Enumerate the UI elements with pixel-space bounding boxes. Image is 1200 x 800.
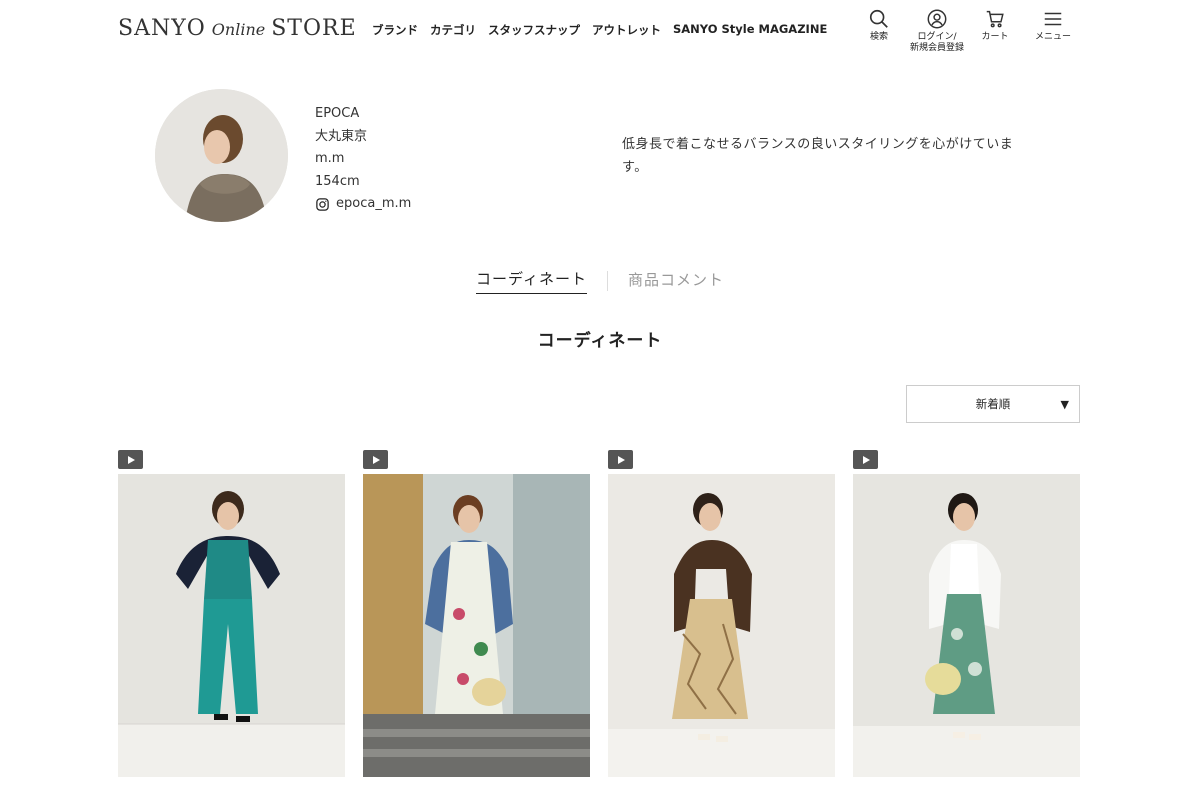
logo-text-sanyo: SANYO bbox=[118, 16, 206, 41]
staff-description: 低身長で着こなせるバランスの良いスタイリングを心がけています。 bbox=[622, 137, 1014, 175]
staff-height: 154cm bbox=[315, 173, 360, 189]
section-title: コーディネート bbox=[537, 331, 663, 351]
nav-item-outlet[interactable]: アウトレット bbox=[592, 22, 661, 38]
login-button-label: ログイン/ 新規会員登録 bbox=[909, 32, 964, 53]
site-header: SANYO Online STORE ブランド カテゴリ スタッフスナップ アウ… bbox=[0, 0, 1200, 62]
coordinate-photo[interactable] bbox=[118, 474, 345, 777]
menu-button[interactable]: メニュー bbox=[1024, 8, 1082, 54]
instagram-icon bbox=[316, 198, 329, 211]
staff-profile-info: EPOCA 大丸東京 m.m 154cm epoca_m.m bbox=[315, 103, 411, 216]
tab-product-comment[interactable]: 商品コメント bbox=[628, 269, 724, 294]
instagram-link[interactable]: epoca_m.m bbox=[315, 193, 411, 216]
coordinate-photo[interactable] bbox=[608, 474, 835, 777]
dropdown-arrow-icon: ▼ bbox=[1060, 398, 1069, 411]
search-button-label: 検索 bbox=[869, 32, 888, 42]
user-icon bbox=[927, 9, 947, 29]
cart-icon bbox=[986, 10, 1004, 28]
menu-icon bbox=[1044, 12, 1062, 26]
tab-coordinate[interactable]: コーディネート bbox=[476, 268, 587, 294]
instagram-handle: epoca_m.m bbox=[336, 196, 412, 211]
video-badge[interactable] bbox=[853, 450, 878, 469]
play-icon bbox=[127, 455, 135, 464]
staff-brand: EPOCA bbox=[315, 106, 360, 121]
login-button[interactable]: ログイン/ 新規会員登録 bbox=[908, 8, 966, 54]
content-tabs: コーディネート 商品コメント bbox=[0, 268, 1200, 294]
search-icon bbox=[869, 9, 888, 28]
cart-button[interactable]: カート bbox=[966, 8, 1024, 54]
nav-item-category[interactable]: カテゴリ bbox=[430, 22, 476, 38]
header-actions: 検索 ログイン/ 新規会員登録 カート メニュー bbox=[850, 8, 1082, 54]
video-badge[interactable] bbox=[118, 450, 143, 469]
main-nav: ブランド カテゴリ スタッフスナップ アウトレット SANYO Style MA… bbox=[372, 22, 827, 38]
sort-selected-value: 新着順 bbox=[975, 397, 1011, 411]
coordinate-photo[interactable] bbox=[853, 474, 1080, 777]
staff-name: m.m bbox=[315, 151, 345, 166]
staff-store: 大丸東京 bbox=[315, 128, 368, 144]
play-icon bbox=[617, 455, 625, 464]
play-icon bbox=[862, 455, 870, 464]
nav-item-brand[interactable]: ブランド bbox=[372, 22, 418, 38]
logo-text-online: Online bbox=[211, 20, 266, 39]
menu-button-label: メニュー bbox=[1034, 32, 1071, 42]
logo-text-store: STORE bbox=[271, 16, 357, 41]
video-badge[interactable] bbox=[363, 450, 388, 469]
play-icon bbox=[372, 455, 380, 464]
site-logo[interactable]: SANYO Online STORE bbox=[118, 16, 357, 46]
search-button[interactable]: 検索 bbox=[850, 8, 908, 54]
nav-item-magazine[interactable]: SANYO Style MAGAZINE bbox=[673, 22, 827, 38]
video-badge[interactable] bbox=[608, 450, 633, 469]
cart-button-label: カート bbox=[981, 32, 1009, 42]
staff-avatar bbox=[155, 89, 288, 222]
sort-select[interactable]: 新着順 ▼ bbox=[906, 385, 1080, 423]
tab-divider bbox=[606, 271, 608, 291]
nav-item-staff-snap[interactable]: スタッフスナップ bbox=[488, 22, 580, 38]
coordinate-photo[interactable] bbox=[363, 474, 590, 777]
